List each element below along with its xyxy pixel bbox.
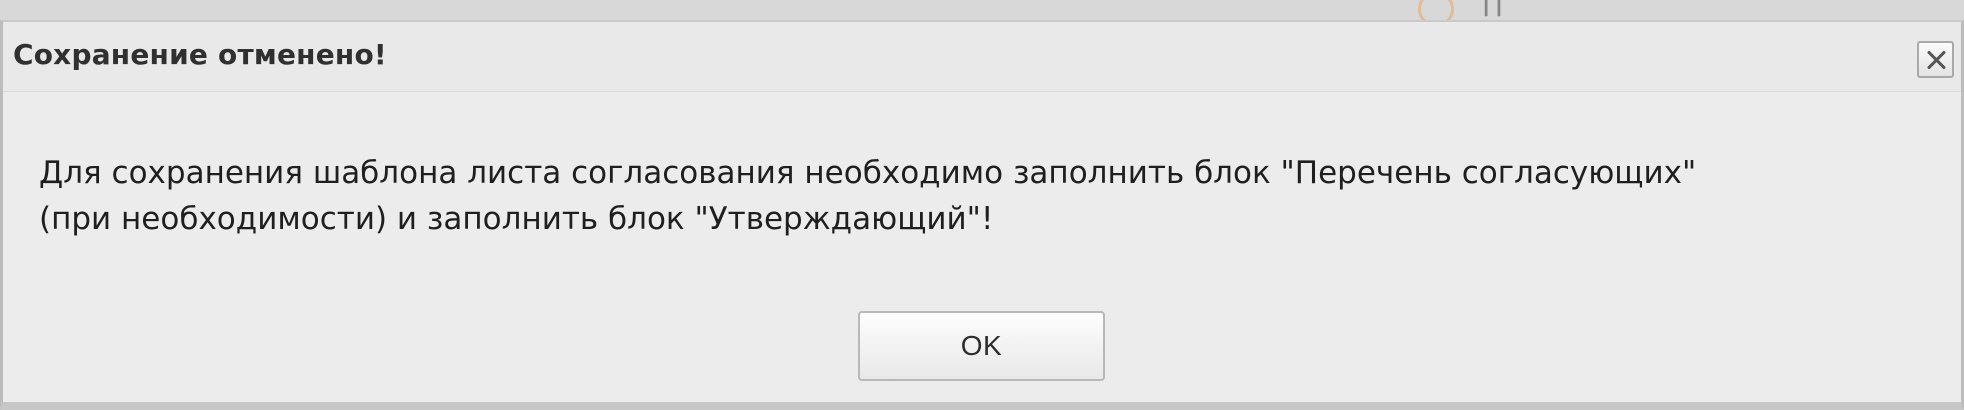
- ok-button[interactable]: OK: [858, 311, 1105, 381]
- dialog-message-line-2: (при необходимости) и заполнить блок "Ут…: [39, 201, 994, 237]
- dialog-message-line-1: Для сохранения шаблона листа согласовани…: [39, 155, 1697, 191]
- dialog-title-bar: Сохранение отменено!: [3, 22, 1961, 92]
- dialog-message: Для сохранения шаблона листа согласовани…: [39, 150, 1839, 242]
- close-icon: [1925, 49, 1946, 71]
- save-cancelled-dialog: Сохранение отменено! Для сохранения шабл…: [0, 20, 1964, 410]
- ok-button-label: OK: [960, 330, 1003, 361]
- dialog-title: Сохранение отменено!: [13, 38, 387, 71]
- close-button[interactable]: [1917, 41, 1954, 78]
